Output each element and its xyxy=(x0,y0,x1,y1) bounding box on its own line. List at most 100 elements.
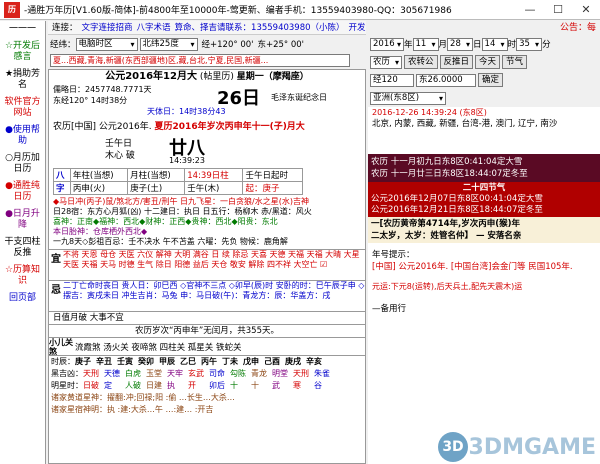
sidebar-item-3[interactable]: 软件官方网站 xyxy=(0,94,45,122)
pillar-row-1: 字 丙申(火) 庚子(土) 壬午(木) 起：庚子 xyxy=(53,181,303,195)
shichen-cell: 明堂 xyxy=(272,369,288,378)
shichen-cell: 天德 xyxy=(104,369,120,378)
sidebar-item-4[interactable]: ●使用帮助 xyxy=(0,122,45,150)
clock-time: 14:39:23 xyxy=(169,156,205,165)
shichen-row-1: 时辰：庚子 辛丑 壬寅 癸卯 甲辰 乙巳 丙午 丁未 戊申 己酉 庚戌 辛亥 xyxy=(51,356,365,368)
child-block: 小儿关煞 流霞煞 汤火关 夜啼煞 四柱关 孤星关 铁蛇关 xyxy=(49,337,365,356)
location-row: 经纬： 电脑时区 北纬25度 经+120° 00' 东+25° 00' xyxy=(48,35,366,53)
latitude-select[interactable]: 北纬25度 xyxy=(139,37,198,51)
minimize-button[interactable]: — xyxy=(516,0,544,20)
pillar-cell: 14:39日柱 xyxy=(184,168,244,182)
solar-time: 东经120° 14时38分 xyxy=(53,96,128,105)
year-suffix: 年 xyxy=(404,40,413,50)
shichen-cell: 庚子 xyxy=(75,357,91,366)
nianhao-text: [中国] 公元2016年. [中国台湾]会金门等 民国105年. xyxy=(372,262,573,272)
sidebar-item-1[interactable]: ☆开发后感言 xyxy=(0,38,45,66)
tz-row: 经120 东26.0000 确定 xyxy=(368,71,600,89)
sidebar-item-6[interactable]: ●通胜纯日历 xyxy=(0,178,45,206)
timezone-input[interactable]: 东26.0000 xyxy=(416,73,476,87)
mode-row: 农历 农转公 反推日 今天 节气 xyxy=(368,53,600,71)
header-detail: 儒略日：2457748.7771天 东经120° 14时38分 26日 毛泽东诞… xyxy=(49,84,365,120)
jieqi-solar-1: 公元2016年12月07日东8区00:41:04定大雪 xyxy=(371,194,543,204)
shichen-cell: 己酉 xyxy=(264,357,280,366)
zone-text: 东+25° 00' xyxy=(257,40,305,50)
yi-text: 不将 天恩 母仓 天医 六仪 解神 大明 满谷 日 续 除忌 天喜 天德 天福 … xyxy=(63,250,360,269)
pillar-table: 八 年柱(当想) 月柱(当想) 14:39日柱 壬午日起时 字 丙申(火) 庚子… xyxy=(53,168,303,195)
sidebar-item-8[interactable]: 干支四柱反推 xyxy=(0,234,45,262)
sidebar-item-10[interactable]: 回页部 xyxy=(0,290,45,307)
lunar-year: 夏历2016年岁次丙申年十一(子)月大 xyxy=(154,122,305,132)
mode-select[interactable]: 农历 xyxy=(370,55,402,69)
info-line-0: ◆马日冲(丙子)鼠/煞北方/害丑/刑午 日九飞星：一白贪狼/水之星(水)吉神 xyxy=(53,197,309,206)
month-suffix: 月 xyxy=(438,40,448,50)
reverse-day-button[interactable]: 反推日 xyxy=(439,55,474,69)
link-item-1[interactable]: 八字术语 xyxy=(137,23,171,33)
solar-term-button[interactable]: 节气 xyxy=(502,55,528,69)
city-select[interactable]: 电脑时区 xyxy=(75,37,138,51)
longitude-input[interactable]: 经120 xyxy=(370,73,414,87)
close-button[interactable]: ✕ xyxy=(572,0,600,20)
zone-row: 亚洲(东8区) xyxy=(368,89,600,107)
pillar-cell: 起：庚子 xyxy=(242,181,303,195)
info-line-2: 喜神：正南◆福神：西北◆财神：正西◆贵神：西北◆阳贵：东北 xyxy=(53,217,278,226)
shichen-cell: 武 xyxy=(272,381,280,390)
julian-day: 儒略日：2457748.7771天 xyxy=(53,85,152,94)
pillar-label-1: 木心 破 xyxy=(105,151,135,161)
region-field[interactable]: 夏...西藏,青海,新疆(东西部疆地)区,藏,台北,宁夏,民国,新疆... xyxy=(50,53,350,67)
jieqi-solar-box: 二十四节气 公元2016年12月07日东8区00:41:04定大雪 公元2016… xyxy=(368,182,600,217)
shichen-cell: 玄武 xyxy=(188,369,204,378)
ji-block: 忌 二丁亡命时丧日 贵人日：卯巳西 ◇官神不三点 ◇卯早(辰)时 安卧的时：巳午… xyxy=(49,280,365,311)
sidebar-item-7[interactable]: ●日月升降 xyxy=(0,206,45,234)
ji-text: 二丁亡命时丧日 贵人日：卯巳西 ◇官神不三点 ◇卯早(辰)时 安卧的时：巳午辰子… xyxy=(63,281,365,300)
backup-line: —备用行 xyxy=(372,304,407,314)
ganzhi-box: 一[农历黄帝第4714年,岁次丙申(猴)年 二太岁，太岁：姓管名仲】 — 安落名… xyxy=(368,217,600,243)
zone-select[interactable]: 亚洲(东8区) xyxy=(370,91,446,105)
pillar-head: 壬午日 木心 破 廿八 14:39:23 xyxy=(49,134,365,168)
hour-input[interactable]: 14 xyxy=(481,37,508,51)
yi-label: 宜 xyxy=(51,254,61,265)
shichen-cell: 庚戌 xyxy=(285,357,301,366)
shichen-cell: 丁未 xyxy=(222,357,238,366)
shichen-cell: 执 xyxy=(167,381,175,390)
main-panel: 连接： 文字连接招商八字术语算命、择吉请联系：13559403980（小陈） 开发资… xyxy=(48,21,366,464)
info-line-4: 一九8天◇彭祖百忌：壬不决水 午不苫盖 六曜：先负 物候：鹿角解 xyxy=(53,237,288,246)
minute-input[interactable]: 35 xyxy=(516,37,543,51)
sidebar-item-2[interactable]: ★捐助芳名 xyxy=(0,66,45,94)
month-input[interactable]: 11 xyxy=(412,37,439,51)
sidebar-item-0[interactable]: 一一一 xyxy=(0,21,45,38)
zone-datetime: 2016-12-26 14:39:24 (东8区) xyxy=(372,108,487,117)
lower-line-0: 诸家黄道星神：擢翻:冲;回禄;阳 :偷 …长生…大杀… xyxy=(51,393,235,402)
sidebar-item-5[interactable]: ○月历加日历 xyxy=(0,150,45,178)
yuanyun-text: 元运:下元8(运转),后天兵土,配先天震木)运 xyxy=(372,282,523,291)
sidebar-item-9[interactable]: ☆历算知识 xyxy=(0,262,45,290)
location-label: 经纬： xyxy=(50,40,76,50)
info-line-1: 日28宿：东方心月狐(凶) 十二建日：执日 日五行：杨柳木 赤/黑道：风火 xyxy=(53,207,312,216)
shichen-row-3: 明星时：日破定人破 日建执开卯后十十武寒谷 xyxy=(51,380,365,392)
region-row: 夏...西藏,青海,新疆(东西部疆地)区,藏,台北,宁夏,民国,新疆... xyxy=(48,53,366,67)
today-button[interactable]: 今天 xyxy=(475,55,501,69)
shichen-cell: 十 xyxy=(251,381,259,390)
shichen-cell: 勾陈 xyxy=(230,369,246,378)
jieqi-solar-2: 公元2016年12月21日东8区18:44:07定冬至 xyxy=(371,205,543,215)
year-input[interactable]: 2016 xyxy=(370,37,404,51)
shichen-cell: 日建 xyxy=(146,381,162,390)
pillar-cell: 壬午(木) xyxy=(184,181,244,195)
shichen-cell: 乙巳 xyxy=(180,357,196,366)
day-panel: 公元2016年12月大 (帖里历) 星期一（摩羯座） 儒略日：2457748.7… xyxy=(48,69,366,464)
link-item-2[interactable]: 算命、择吉请联系：13559403980（小陈） xyxy=(175,23,345,33)
shichen-cell: 寒 xyxy=(293,381,301,390)
calendar-badge: (帖里历) xyxy=(199,72,234,82)
app-icon: 历 xyxy=(4,1,20,18)
shichen-row-2: 黑吉凶：天刑 天德 白虎 玉堂 天牢 玄武 司命 勾陈 青龙 明堂 天刑 朱雀 xyxy=(51,368,365,380)
pillar-cell: 八 xyxy=(53,168,71,182)
link-item-3[interactable]: 开发资金捐助 xyxy=(349,23,366,33)
pillar-label-0: 壬午日 xyxy=(105,139,133,149)
lunar-to-solar-button[interactable]: 农转公 xyxy=(404,55,438,69)
confirm-button[interactable]: 确定 xyxy=(478,73,504,87)
link-item-0[interactable]: 文字连接招商 xyxy=(82,23,133,33)
lunar-label: 农历[中国] 公元2016年. xyxy=(53,122,152,132)
date-row: 2016年 11月 28日 14时 35分 xyxy=(368,35,600,53)
maximize-button[interactable]: ☐ xyxy=(544,0,572,20)
day-input[interactable]: 28 xyxy=(447,37,474,51)
info-line-3: 本日胎神：仓库栖外西北◆ xyxy=(53,227,148,236)
